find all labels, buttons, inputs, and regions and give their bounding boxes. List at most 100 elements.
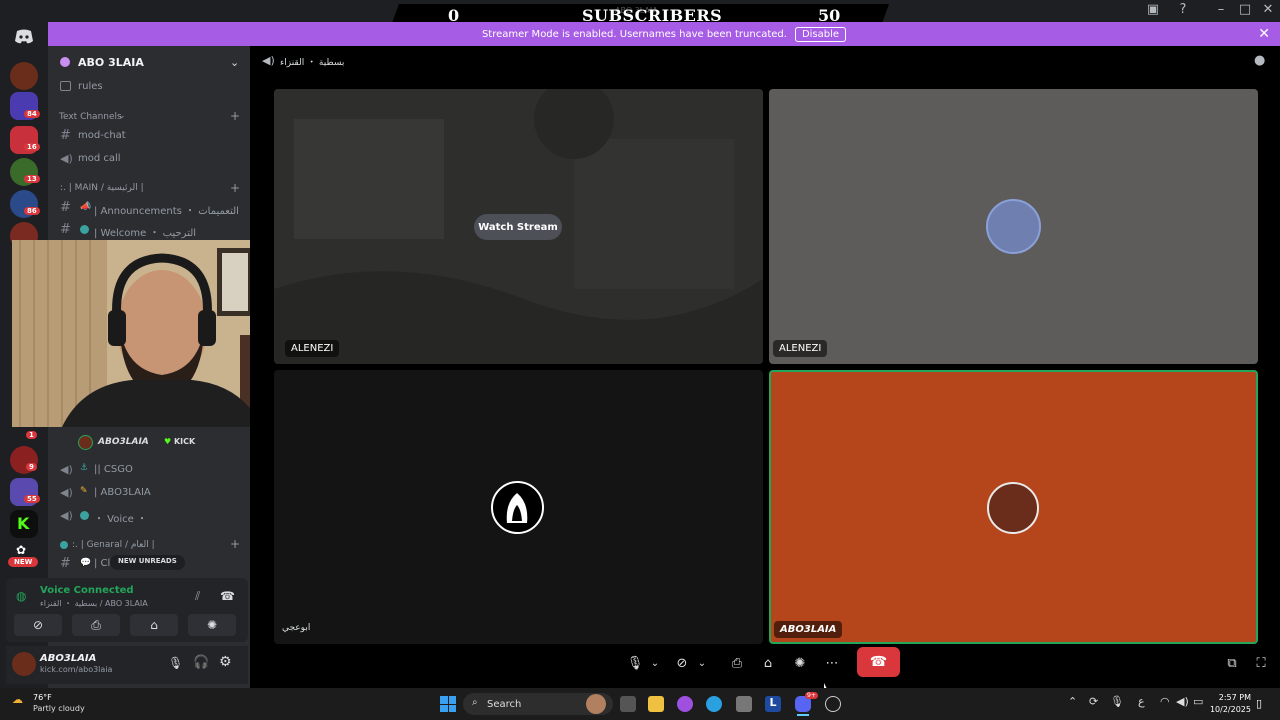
microphone-icon[interactable]: 🎙 xyxy=(168,656,183,670)
voice-connected-channel[interactable]: بسطية ・ القنزاء / ABO 3LAIA xyxy=(40,598,148,609)
watch-stream-button[interactable]: Watch Stream xyxy=(474,214,562,240)
channel-voice[interactable]: ・ Voice ・ xyxy=(94,510,147,525)
signal-icon[interactable]: ◍ xyxy=(16,589,26,603)
language-indicator[interactable]: ع xyxy=(1138,695,1145,708)
channel-csgo[interactable]: || CSGO xyxy=(94,464,133,475)
server-badge: 16 xyxy=(24,143,40,151)
participant-label: ALENEZI xyxy=(773,340,828,357)
maximize-icon[interactable]: □ xyxy=(1233,2,1257,17)
activity-button[interactable]: ⌂ xyxy=(130,614,178,636)
start-icon[interactable] xyxy=(440,696,456,712)
new-unreads-pill[interactable]: NEW UNREADS xyxy=(110,555,185,570)
avatar xyxy=(491,481,544,534)
camera-off-icon[interactable]: ⊘ xyxy=(672,650,692,676)
steam-icon[interactable] xyxy=(825,696,841,712)
notification-icon[interactable]: ▯ xyxy=(1256,697,1262,710)
gamepad-icon[interactable]: ⌂ xyxy=(758,650,778,676)
headphones-icon[interactable]: 🎧 xyxy=(193,655,209,670)
minimize-icon[interactable]: – xyxy=(1209,2,1233,17)
stream-tile-label: ALENEZI xyxy=(285,340,340,357)
channel-mod-call[interactable]: mod call xyxy=(78,153,121,164)
heart-icon: ♥ xyxy=(164,437,172,446)
pop-out-icon[interactable]: ⧉ xyxy=(1222,650,1242,676)
battery-icon[interactable]: ▭ xyxy=(1193,695,1203,708)
channel-welcome[interactable]: | Welcome ・ الترحيب xyxy=(94,224,196,239)
avatar[interactable] xyxy=(78,435,93,450)
chevron-up-icon[interactable]: ⌃ xyxy=(1068,695,1077,708)
category-text-channels[interactable]: Text Channels xyxy=(59,112,122,122)
store-icon[interactable] xyxy=(736,696,752,712)
category-main[interactable]: :. | MAIN / الرئيسية | xyxy=(60,183,144,193)
soundboard-button[interactable]: ✺ xyxy=(188,614,236,636)
discord-home-icon[interactable] xyxy=(14,29,34,45)
file-explorer-icon[interactable] xyxy=(648,696,664,712)
volume-icon[interactable]: ◀) xyxy=(1176,695,1189,708)
disconnect-icon[interactable]: ☎ xyxy=(220,589,235,603)
noise-suppression-icon[interactable]: ⫽ xyxy=(195,589,200,604)
add-channel-icon[interactable]: + xyxy=(230,109,240,123)
server-boost-icon xyxy=(60,57,70,67)
screen-share-button[interactable]: ⎙ xyxy=(72,614,120,636)
server-badge: 9 xyxy=(26,463,37,471)
disconnect-button[interactable]: ☎ xyxy=(857,647,900,677)
gear-icon[interactable]: ⚙ xyxy=(219,654,232,670)
chevron-down-icon[interactable]: ⌄ xyxy=(230,56,239,69)
copilot-icon[interactable] xyxy=(677,696,693,712)
speech-bubble-icon: 💬 xyxy=(80,558,92,568)
edge-icon[interactable] xyxy=(706,696,722,712)
add-channel-icon[interactable]: + xyxy=(230,537,240,551)
user-status: kick.com/abo3laia xyxy=(40,665,113,674)
channel-mod-chat[interactable]: mod-chat xyxy=(78,130,126,141)
server-badge: 1 xyxy=(26,431,37,439)
help-icon[interactable]: ? xyxy=(1171,2,1195,17)
screen-share-icon[interactable]: ⎙ xyxy=(727,650,747,676)
chevron-down-icon[interactable]: ⌄ xyxy=(695,650,709,676)
launcher-l-icon[interactable]: L xyxy=(765,696,781,712)
fullscreen-icon[interactable]: ⛶ xyxy=(1251,650,1271,676)
category-general[interactable]: :. | Genaral / العام | xyxy=(72,540,155,550)
server-icon[interactable] xyxy=(10,62,38,90)
inbox-icon[interactable]: ▣ xyxy=(1141,2,1165,17)
weather-temp[interactable]: 76°F xyxy=(33,693,52,702)
task-view-icon[interactable] xyxy=(620,696,636,712)
wifi-icon[interactable]: ◠ xyxy=(1160,695,1170,708)
new-servers-badge[interactable]: NEW xyxy=(8,557,39,567)
voice-user-name[interactable]: ABO3LAIA xyxy=(98,437,149,447)
kick-tag: ♥ KICK xyxy=(164,437,195,446)
server-badge: 55 xyxy=(24,495,40,503)
user-name[interactable]: ABO3LAIA xyxy=(40,653,96,664)
chevron-down-icon[interactable]: ⌄ xyxy=(648,650,662,676)
channel-announcements[interactable]: | Announcements ・ التعميمات xyxy=(94,202,239,217)
globe-icon xyxy=(80,225,89,234)
server-badge: 84 xyxy=(24,110,40,118)
camera-off-button[interactable]: ⊘ xyxy=(14,614,62,636)
microphone-icon[interactable]: 🎙 xyxy=(626,650,644,676)
chat-icon[interactable]: ● xyxy=(1254,53,1265,68)
sync-icon[interactable]: ⟳ xyxy=(1089,695,1098,708)
weather-icon[interactable]: ☁ xyxy=(12,693,23,706)
soundboard-icon[interactable]: ✺ xyxy=(790,650,810,676)
channel-general-partial[interactable]: | Cl xyxy=(94,558,110,569)
more-options-icon[interactable]: ⋯ xyxy=(822,650,842,676)
clock-date[interactable]: 10/2/2025 xyxy=(1209,705,1251,714)
avatar[interactable] xyxy=(12,652,36,676)
stream-tile-name: ALENEZI xyxy=(291,343,334,354)
avatar xyxy=(987,482,1039,534)
server-name[interactable]: ABO 3LAIA xyxy=(78,56,144,69)
microphone-icon[interactable]: 🎙 xyxy=(1110,695,1124,708)
close-banner-icon[interactable]: ✕ xyxy=(1258,26,1270,42)
clock-time[interactable]: 2:57 PM xyxy=(1217,693,1251,702)
weather-desc[interactable]: Partly cloudy xyxy=(33,704,85,713)
speaker-icon: ◀) xyxy=(60,509,73,522)
disable-streamer-mode-button[interactable]: Disable xyxy=(794,26,847,42)
voice-connected-title[interactable]: Voice Connected xyxy=(40,585,134,596)
close-window-icon[interactable]: ✕ xyxy=(1256,2,1280,17)
channel-rules[interactable]: rules xyxy=(78,81,103,92)
add-channel-icon[interactable]: + xyxy=(230,181,240,195)
channel-abo3laia[interactable]: | ABO3LAIA xyxy=(94,487,151,498)
hash-icon: # xyxy=(60,222,71,237)
globe-icon xyxy=(80,511,89,520)
chevron-down-icon: ⌄ xyxy=(118,111,126,121)
gift-icon[interactable]: ✿ xyxy=(16,543,26,557)
pencil-icon: ✎ xyxy=(80,486,88,496)
